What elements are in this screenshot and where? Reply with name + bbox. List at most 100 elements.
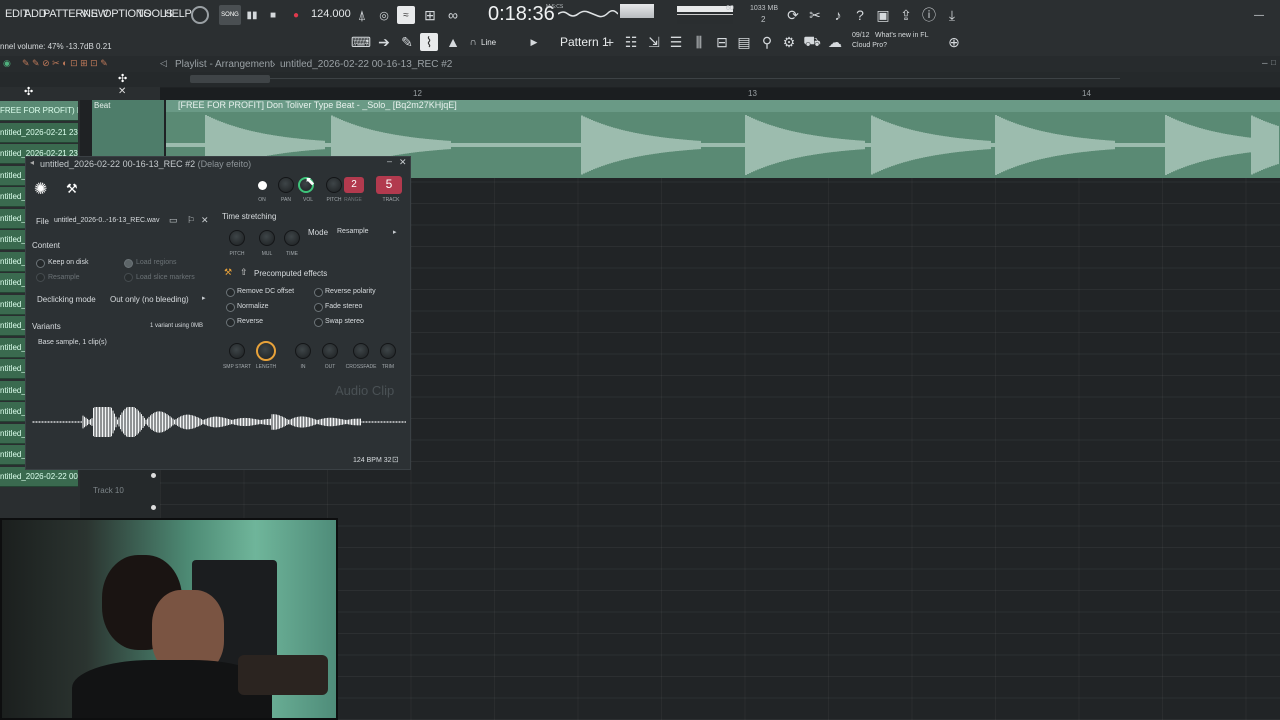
tree-icon[interactable]: ⊟ <box>713 33 731 51</box>
track-header[interactable]: ntitled_2026-02-21 23- <box>0 122 78 143</box>
pan-knob[interactable] <box>278 177 294 193</box>
track-10-header[interactable]: Track 10 <box>80 470 160 520</box>
range-value[interactable]: 2 <box>344 177 364 193</box>
swap-stereo-radio[interactable] <box>314 318 323 327</box>
window-minimize-icon-2[interactable]: – <box>387 156 392 166</box>
mode-value[interactable]: Resample <box>337 228 369 235</box>
scroll-track[interactable] <box>190 78 1120 79</box>
countdown-icon[interactable]: ≈ <box>397 6 415 24</box>
window-maximize-icon[interactable]: □ <box>1271 58 1276 67</box>
arrow-right-icon[interactable]: ➔ <box>375 33 393 51</box>
in-knob[interactable] <box>295 343 311 359</box>
menu-help[interactable]: HELP <box>164 8 192 20</box>
file-name[interactable]: untitled_2026-0..-16-13_REC.wav <box>54 217 159 224</box>
close-small-icon[interactable]: ✕ <box>118 86 126 97</box>
tool-icons[interactable]: ✎ ✎ ⊘ ✂ ◐ ⊡ ⊞ ⊡ ✎ <box>22 58 108 69</box>
microphone-icon[interactable]: ♪ <box>829 6 847 24</box>
export-icon[interactable]: ⇪ <box>897 6 915 24</box>
download-icon[interactable]: ⤓ <box>943 6 961 24</box>
move-icon[interactable]: ✣ <box>118 72 127 85</box>
globe-icon[interactable]: ⊕ <box>945 33 963 51</box>
pin-icon[interactable]: ⚐ <box>187 215 195 226</box>
help-icon[interactable]: ? <box>851 6 869 24</box>
remove-dc-radio[interactable] <box>226 288 235 297</box>
channel-rack-icon[interactable]: ⇲ <box>645 33 663 51</box>
track-10-dot-2[interactable] <box>151 505 156 510</box>
piano-icon[interactable]: ⌨ <box>351 33 371 51</box>
declick-arrow-icon[interactable]: ▸ <box>202 294 206 302</box>
news-line-2[interactable]: Cloud Pro? <box>852 42 887 49</box>
snap-selector[interactable]: Line <box>481 38 496 47</box>
load-regions-radio[interactable] <box>124 259 133 268</box>
play-icon[interactable]: ▮▮ <box>243 6 261 24</box>
ts-mul-knob[interactable] <box>259 230 275 246</box>
cart-icon[interactable]: ⛟ <box>803 33 821 51</box>
move-icon-2[interactable]: ✣ <box>24 85 33 98</box>
window-close-icon[interactable]: ✕ <box>399 157 407 168</box>
paint-icon[interactable]: ⌇ <box>420 33 438 51</box>
precomputed-arrow-icon[interactable]: ⇧ <box>240 267 248 278</box>
nav-icon[interactable]: ◉ <box>3 58 11 69</box>
refresh-icon[interactable]: ⟳ <box>784 6 802 24</box>
trim-knob[interactable] <box>380 343 396 359</box>
ts-time-knob[interactable] <box>284 230 300 246</box>
track-header[interactable]: FREE FOR PROFIT) D <box>0 101 78 121</box>
pitch-knob[interactable] <box>326 177 342 193</box>
ts-pitch-knob[interactable] <box>229 230 245 246</box>
window-minimize-icon[interactable]: – <box>1262 58 1268 69</box>
resample-radio[interactable] <box>36 273 45 282</box>
tempo-display[interactable]: 124.000 <box>311 8 351 20</box>
plugin-icon[interactable]: ⚲ <box>758 33 776 51</box>
mode-arrow-icon[interactable]: ▸ <box>393 228 397 236</box>
metronome-icon[interactable]: ⍋ <box>353 6 371 24</box>
cut-icon[interactable]: ✂ <box>806 6 824 24</box>
file-icon[interactable]: ▤ <box>735 33 753 51</box>
track-10-dot-1[interactable] <box>151 473 156 478</box>
news-line-1[interactable]: What's new in FL <box>875 32 928 39</box>
keep-on-disk-radio[interactable] <box>36 259 45 268</box>
timeline-ruler[interactable]: 12 13 14 <box>160 88 1280 100</box>
song-time[interactable]: 0:18:36 <box>488 3 555 26</box>
scroll-thumb[interactable] <box>190 75 270 83</box>
play-small-icon[interactable]: ▶ <box>525 33 543 51</box>
magnet-icon[interactable]: ∩ <box>464 33 482 51</box>
pencil-icon[interactable]: ✎ <box>398 33 416 51</box>
wait-icon[interactable]: ◎ <box>375 6 393 24</box>
load-slice-radio[interactable] <box>124 273 133 282</box>
clear-icon[interactable]: ✕ <box>201 215 209 226</box>
declick-value[interactable]: Out only (no bleeding) <box>110 295 189 304</box>
track-value[interactable]: 5 <box>376 176 402 194</box>
bpm-icon[interactable]: ⊡ <box>392 455 399 464</box>
mixer-list-icon[interactable]: ☰ <box>667 33 685 51</box>
on-led[interactable] <box>258 181 267 190</box>
window-title[interactable]: untitled_2026-02-22 00-16-13_REC #2 (Del… <box>26 157 410 171</box>
out-knob[interactable] <box>322 343 338 359</box>
master-volume-knob[interactable] <box>191 6 209 24</box>
window-menu-icon[interactable]: ◂ <box>30 158 34 167</box>
fade-stereo-radio[interactable] <box>314 303 323 312</box>
length-knob[interactable] <box>256 341 276 361</box>
playlist-icon[interactable]: ☷ <box>622 33 640 51</box>
normalize-radio[interactable] <box>226 303 235 312</box>
back-icon[interactable]: ◁ <box>160 58 167 69</box>
reverse-polarity-radio[interactable] <box>314 288 323 297</box>
waveform-tab-icon[interactable]: ✺ <box>34 179 47 199</box>
reverse-radio[interactable] <box>226 318 235 327</box>
crossfade-knob[interactable] <box>353 343 369 359</box>
song-mode-button[interactable]: SONG <box>219 5 241 25</box>
info-icon[interactable]: ⓘ <box>920 6 938 24</box>
audio-clip-header[interactable]: [FREE FOR PROFIT] Don Toliver Type Beat … <box>166 100 1280 112</box>
wrench-icon[interactable]: ⚒ <box>66 181 78 197</box>
settings-icon[interactable]: ⚙ <box>780 33 798 51</box>
stamp-icon[interactable]: ▲ <box>444 33 462 51</box>
add-pattern-icon[interactable]: + <box>601 33 619 51</box>
stop-icon[interactable]: ■ <box>264 6 282 24</box>
smp-start-knob[interactable] <box>229 343 245 359</box>
record-icon[interactable]: ● <box>287 6 305 24</box>
base-sample[interactable]: Base sample, 1 clip(s) <box>38 339 107 346</box>
cloud-icon[interactable]: ☁ <box>826 33 844 51</box>
loop-record-icon[interactable]: ∞ <box>444 6 462 24</box>
minimize-icon[interactable]: — <box>1250 6 1268 24</box>
mixer-icon[interactable]: ⫼ <box>690 33 708 51</box>
sample-waveform[interactable] <box>32 407 406 437</box>
